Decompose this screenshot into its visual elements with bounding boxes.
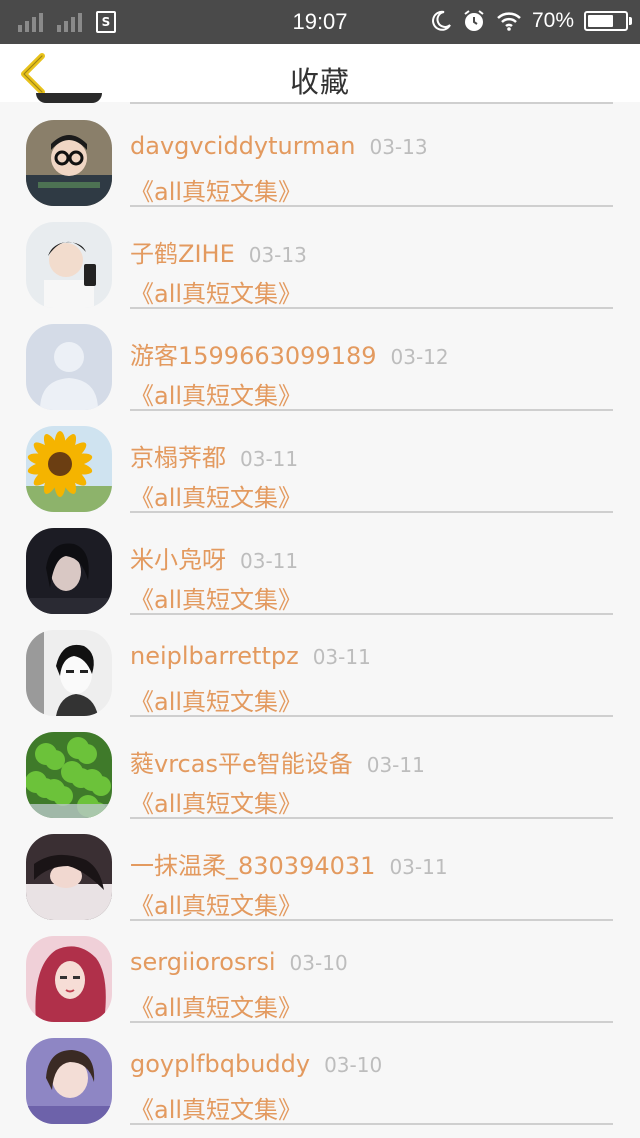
list-item[interactable]: davgvciddyturman 03-13 《all真短文集》 — [0, 102, 640, 207]
username-line: sergiiorosrsi 03-10 — [130, 948, 348, 976]
battery-fill — [588, 15, 613, 27]
alarm-icon — [464, 10, 484, 31]
divider — [130, 1123, 613, 1125]
list-item[interactable]: 米小凫呀 03-11 《all真短文集》 — [0, 510, 640, 615]
avatar[interactable] — [26, 1038, 112, 1124]
list-item[interactable]: sergiiorosrsi 03-10 《all真短文集》 — [0, 918, 640, 1023]
username-line: 京榻荠都 03-11 — [130, 438, 298, 473]
date: 03-11 — [240, 447, 299, 471]
list-item[interactable]: 京榻荠都 03-11 《all真短文集》 — [0, 408, 640, 513]
avatar[interactable] — [26, 732, 112, 818]
username-line: 子鹤ZIHE 03-13 — [130, 234, 307, 269]
collection-title[interactable]: 《all真短文集》 — [130, 172, 302, 207]
battery-percent: 70% — [531, 9, 574, 32]
collection-title[interactable]: 《all真短文集》 — [130, 580, 302, 615]
username-line: 游客1599663099189 03-12 — [130, 336, 449, 371]
date: 03-13 — [248, 243, 307, 267]
battery-icon — [584, 11, 632, 31]
collection-title[interactable]: 《all真短文集》 — [130, 376, 302, 411]
date: 03-11 — [389, 855, 448, 879]
username[interactable]: 京榻荠都 — [130, 444, 226, 472]
username-line: 一抹温柔_830394031 03-11 — [130, 846, 448, 881]
date: 03-10 — [289, 951, 348, 975]
list-item[interactable]: 游客1599663099189 03-12 《all真短文集》 — [0, 306, 640, 411]
list-item[interactable]: 一抹温柔_830394031 03-11 《all真短文集》 — [0, 816, 640, 921]
list-item[interactable]: neiplbarrettpz 03-11 《all真短文集》 — [0, 612, 640, 717]
avatar[interactable] — [26, 120, 112, 206]
wifi-icon — [497, 12, 521, 31]
collection-title[interactable]: 《all真短文集》 — [130, 988, 302, 1023]
username[interactable]: sergiiorosrsi — [130, 948, 276, 976]
collection-title[interactable]: 《all真短文集》 — [130, 478, 302, 513]
avatar[interactable] — [26, 630, 112, 716]
avatar[interactable] — [26, 936, 112, 1022]
moon-icon — [432, 10, 451, 31]
date: 03-11 — [366, 753, 425, 777]
collection-title[interactable]: 《all真短文集》 — [130, 784, 302, 819]
username[interactable]: 蕤vrcas平e智能设备 — [130, 750, 353, 778]
username[interactable]: 游客1599663099189 — [130, 342, 377, 370]
date: 03-10 — [324, 1053, 383, 1077]
avatar[interactable] — [26, 834, 112, 920]
avatar[interactable] — [26, 324, 112, 410]
username-line: neiplbarrettpz 03-11 — [130, 642, 371, 670]
collection-title[interactable]: 《all真短文集》 — [130, 886, 302, 921]
status-bar-right: 70% — [430, 9, 632, 33]
collection-title[interactable]: 《all真短文集》 — [130, 1090, 302, 1125]
username-line: 米小凫呀 03-11 — [130, 540, 298, 575]
date: 03-11 — [240, 549, 299, 573]
username-line: davgvciddyturman 03-13 — [130, 132, 428, 160]
username[interactable]: goyplfbqbuddy — [130, 1050, 310, 1078]
avatar[interactable] — [26, 426, 112, 512]
date: 03-13 — [369, 135, 428, 159]
collection-title[interactable]: 《all真短文集》 — [130, 682, 302, 717]
list-item[interactable]: 子鹤ZIHE 03-13 《all真短文集》 — [0, 204, 640, 309]
avatar[interactable] — [26, 222, 112, 308]
username[interactable]: neiplbarrettpz — [130, 642, 299, 670]
username-line: 蕤vrcas平e智能设备 03-11 — [130, 744, 425, 779]
avatar[interactable] — [26, 528, 112, 614]
collection-title[interactable]: 《all真短文集》 — [130, 274, 302, 309]
list-item[interactable]: goyplfbqbuddy 03-10 《all真短文集》 — [0, 1020, 640, 1125]
username[interactable]: 米小凫呀 — [130, 546, 226, 574]
username-line: goyplfbqbuddy 03-10 — [130, 1050, 382, 1078]
list-item[interactable]: 蕤vrcas平e智能设备 03-11 《all真短文集》 — [0, 714, 640, 819]
status-bar: S 19:07 70% — [0, 0, 640, 44]
date: 03-12 — [390, 345, 449, 369]
username[interactable]: 子鹤ZIHE — [130, 240, 235, 268]
date: 03-11 — [312, 645, 371, 669]
username[interactable]: 一抹温柔_830394031 — [130, 852, 375, 880]
username[interactable]: davgvciddyturman — [130, 132, 355, 160]
